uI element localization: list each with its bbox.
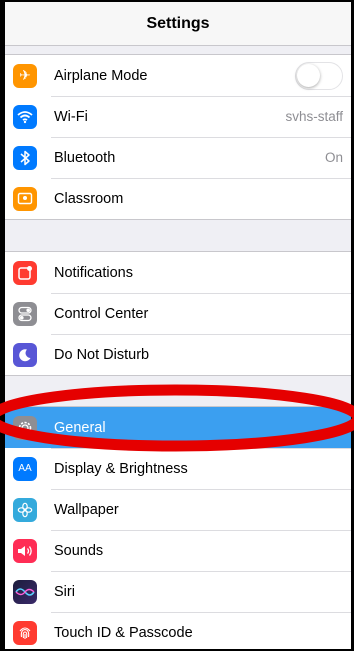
- settings-row-general[interactable]: General: [5, 407, 351, 448]
- settings-row-bluetooth[interactable]: Bluetooth On: [5, 137, 351, 178]
- row-label: Wallpaper: [54, 501, 119, 518]
- settings-group-general: General AA Display & Brightness Wallpape…: [5, 406, 351, 649]
- settings-row-siri[interactable]: Siri: [5, 571, 351, 612]
- settings-row-wifi[interactable]: Wi-Fi svhs-staff: [5, 96, 351, 137]
- airplane-icon: ✈: [13, 63, 37, 88]
- settings-row-airplane-mode[interactable]: ✈ Airplane Mode: [5, 55, 351, 96]
- settings-row-classroom[interactable]: Classroom: [5, 178, 351, 219]
- settings-row-display-brightness[interactable]: AA Display & Brightness: [5, 448, 351, 489]
- settings-row-control-center[interactable]: Control Center: [5, 293, 351, 334]
- control-center-icon: [13, 301, 37, 326]
- fingerprint-icon: [13, 620, 37, 645]
- row-label: Display & Brightness: [54, 460, 188, 477]
- row-label: Notifications: [54, 264, 133, 281]
- row-label: Bluetooth: [54, 149, 116, 166]
- settings-row-sounds[interactable]: Sounds: [5, 530, 351, 571]
- settings-group-connectivity: ✈ Airplane Mode Wi-Fi svhs-staff Bluetoo…: [5, 54, 351, 220]
- settings-screen: Settings ✈ Airplane Mode Wi-Fi svhs-staf…: [5, 2, 351, 649]
- airplane-mode-toggle[interactable]: [295, 61, 343, 90]
- wallpaper-icon: [13, 497, 37, 522]
- settings-group-notifications: Notifications Control Center Do Not Dist…: [5, 251, 351, 376]
- classroom-icon: [13, 186, 37, 211]
- row-label: General: [54, 419, 106, 436]
- settings-row-touch-id-passcode[interactable]: Touch ID & Passcode: [5, 612, 351, 649]
- row-label: Siri: [54, 583, 75, 600]
- bluetooth-icon: [13, 145, 37, 170]
- row-label: Sounds: [54, 542, 104, 559]
- settings-row-do-not-disturb[interactable]: Do Not Disturb: [5, 334, 351, 375]
- row-label: Control Center: [54, 305, 149, 322]
- row-label: Airplane Mode: [54, 67, 148, 84]
- navigation-bar: Settings: [5, 2, 351, 46]
- gear-icon: [13, 415, 37, 440]
- moon-icon: [13, 342, 37, 367]
- toggle-knob: [297, 63, 320, 87]
- bluetooth-status-value: On: [324, 150, 343, 165]
- wifi-icon: [13, 104, 37, 129]
- siri-icon: [13, 579, 37, 604]
- row-label: Touch ID & Passcode: [54, 624, 193, 641]
- settings-row-wallpaper[interactable]: Wallpaper: [5, 489, 351, 530]
- row-label: Wi-Fi: [54, 108, 88, 125]
- row-label: Do Not Disturb: [54, 346, 150, 363]
- display-brightness-icon: AA: [13, 456, 37, 481]
- notifications-icon: [13, 260, 37, 285]
- settings-row-notifications[interactable]: Notifications: [5, 252, 351, 293]
- speaker-icon: [13, 538, 37, 563]
- row-label: Classroom: [54, 190, 124, 207]
- wifi-network-value: svhs-staff: [285, 109, 343, 124]
- page-title: Settings: [146, 14, 210, 32]
